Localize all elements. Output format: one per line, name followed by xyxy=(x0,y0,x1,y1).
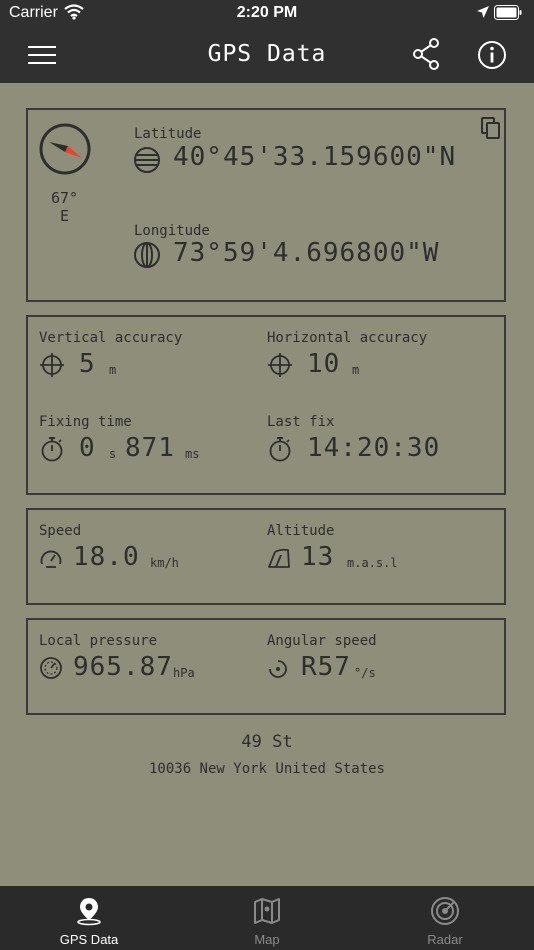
speed-value: 18.0 xyxy=(73,542,140,572)
address-city: 10036 New York United States xyxy=(148,761,385,777)
tab-gps-data[interactable]: GPS Data xyxy=(0,886,178,950)
longitude-value: 73°59'4.696800"W xyxy=(173,238,440,268)
rotation-icon xyxy=(269,660,287,678)
compass-degrees: 67° xyxy=(51,189,79,207)
page-title: GPS Data xyxy=(207,41,327,67)
motion-card: Speed 18.0 km/h Altitude 13 m.a.s.l xyxy=(26,508,506,605)
status-bar: Carrier 2:20 PM xyxy=(0,0,534,26)
environment-card: Local pressure 965.87 hPa Angular speed … xyxy=(26,618,506,715)
longitude-globe-icon xyxy=(134,242,160,268)
altitude-label: Altitude xyxy=(267,523,335,539)
latitude-label: Latitude xyxy=(134,126,202,142)
altitude-value: 13 xyxy=(301,542,335,572)
tab-label: Radar xyxy=(427,932,463,947)
vertical-accuracy-label: Vertical accuracy xyxy=(39,330,183,346)
location-arrow-icon xyxy=(477,6,489,18)
last-fix-value: 14:20:30 xyxy=(307,433,441,463)
longitude-label: Longitude xyxy=(134,223,210,239)
crosshair-icon xyxy=(268,353,292,377)
angular-speed-unit: °/s xyxy=(354,666,376,680)
address-street: 49 St xyxy=(241,732,293,752)
fixing-time-label: Fixing time xyxy=(39,414,132,430)
clock: 2:20 PM xyxy=(236,4,298,21)
compass-icon xyxy=(39,123,91,175)
radar-icon xyxy=(431,897,459,925)
speed-unit: km/h xyxy=(150,556,179,570)
vertical-accuracy-unit: m xyxy=(109,363,117,377)
last-fix-label: Last fix xyxy=(267,414,335,430)
pressure-label: Local pressure xyxy=(39,633,158,649)
accuracy-card: Vertical accuracy 5 m Horizontal accurac… xyxy=(26,315,506,495)
tab-label: GPS Data xyxy=(59,932,119,947)
crosshair-icon xyxy=(40,353,64,377)
horizontal-accuracy-label: Horizontal accuracy xyxy=(267,330,428,346)
compass-direction: E xyxy=(60,207,70,225)
horizontal-accuracy-value: 10 xyxy=(307,349,341,379)
pressure-unit: hPa xyxy=(173,666,195,680)
tab-label: Map xyxy=(254,932,280,947)
tab-bar: GPS Data Map Radar xyxy=(0,886,534,950)
fixing-time-seconds-unit: s xyxy=(109,447,117,461)
tab-radar[interactable]: Radar xyxy=(356,886,534,950)
location-pin-icon xyxy=(77,898,101,926)
stopwatch-icon xyxy=(269,437,291,462)
fixing-time-ms: 871 xyxy=(125,433,175,463)
vertical-accuracy-value: 5 xyxy=(79,349,96,379)
info-icon[interactable] xyxy=(476,39,508,71)
pressure-value: 965.87 xyxy=(73,652,173,682)
map-icon xyxy=(254,898,280,924)
copy-icon[interactable] xyxy=(480,116,502,140)
latitude-value: 40°45'33.159600"N xyxy=(173,142,457,172)
mountain-icon xyxy=(268,548,290,568)
altitude-unit: m.a.s.l xyxy=(347,556,398,570)
battery-icon xyxy=(494,5,522,20)
speedometer-icon xyxy=(40,550,62,568)
horizontal-accuracy-unit: m xyxy=(352,363,360,377)
nav-bar: GPS Data xyxy=(0,26,534,83)
fixing-time-seconds: 0 xyxy=(79,433,96,463)
stopwatch-icon xyxy=(41,437,63,462)
barometer-icon xyxy=(40,657,62,679)
coordinates-card: 67° E Latitude 40°45'33.159600"N Longitu… xyxy=(26,108,506,302)
share-icon[interactable] xyxy=(410,38,442,70)
tab-map[interactable]: Map xyxy=(178,886,356,950)
angular-speed-label: Angular speed xyxy=(267,633,377,649)
fixing-time-ms-unit: ms xyxy=(185,447,200,461)
angular-speed-value: R57 xyxy=(301,652,351,682)
speed-label: Speed xyxy=(39,523,82,539)
latitude-globe-icon xyxy=(134,147,160,173)
